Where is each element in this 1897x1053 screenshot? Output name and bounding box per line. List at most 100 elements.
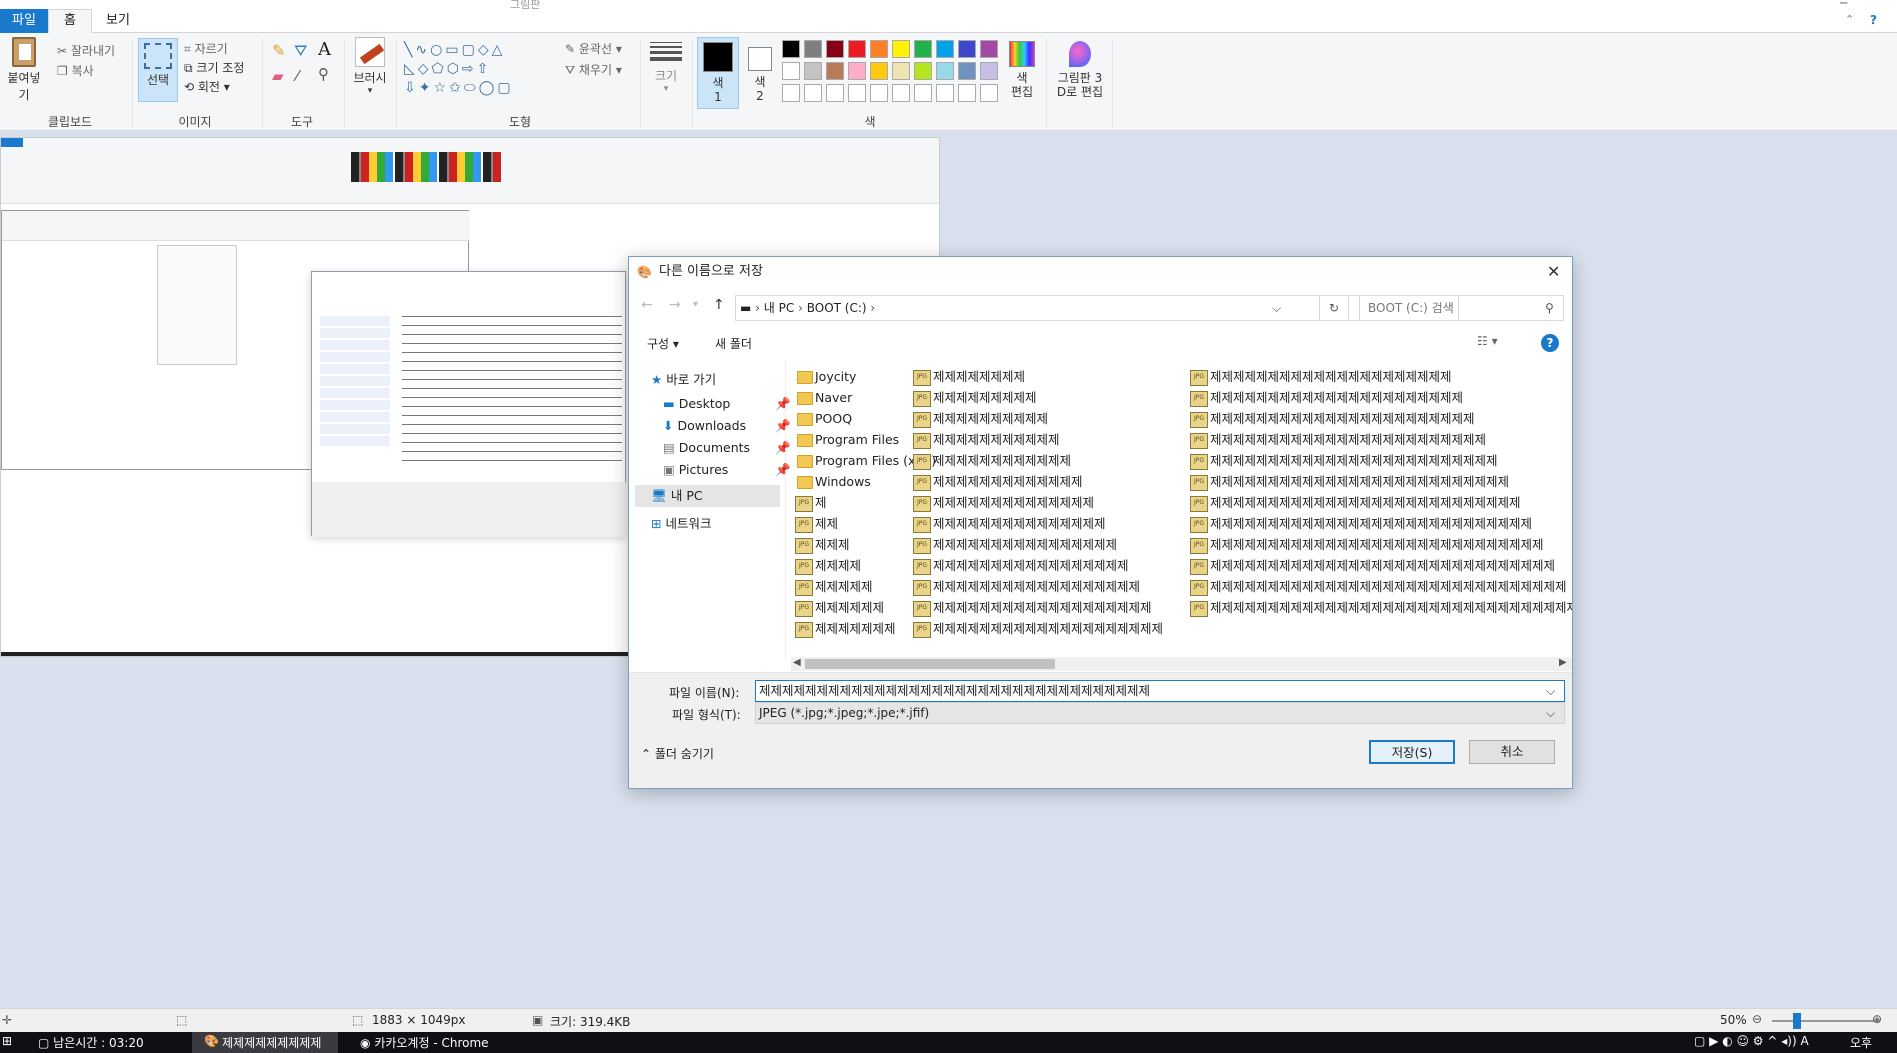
nav-pictures[interactable]: ▣ Pictures 📌 — [663, 459, 791, 481]
nav-downloads[interactable]: ⬇ Downloads 📌 — [663, 415, 791, 437]
scroll-right-icon[interactable]: ▶ — [1559, 657, 1567, 668]
fill-icon[interactable]: ⛛ — [294, 41, 307, 61]
image-file-item[interactable]: 제제제제제제 — [795, 598, 884, 618]
palette-swatch[interactable] — [980, 62, 998, 80]
palette-swatch[interactable] — [892, 62, 910, 80]
forward-icon[interactable]: → — [669, 297, 681, 313]
palette-swatch[interactable] — [782, 62, 800, 80]
image-file-item[interactable]: 제제 — [795, 514, 838, 534]
copy-button[interactable]: ❐ 복사 — [57, 62, 94, 79]
image-file-item[interactable]: 제제제제제제제제제제제제제제 — [913, 493, 1094, 513]
image-file-item[interactable]: 제제제제제제제제제제제제제제제제제제제제제제제제제제제제제 — [1190, 535, 1544, 555]
refresh-button[interactable]: ↻ — [1319, 295, 1349, 321]
palette-swatch[interactable] — [870, 40, 888, 58]
palette-swatch[interactable] — [782, 40, 800, 58]
magnifier-icon[interactable]: ⚲ — [318, 65, 329, 83]
image-file-item[interactable]: 제제제제제제제제제제제제제제제 — [913, 514, 1106, 534]
outline-button[interactable]: ✎ 윤곽선 ▾ — [565, 40, 622, 57]
search-input[interactable]: BOOT (C:) 검색 ⚲ — [1359, 295, 1564, 321]
eraser-icon[interactable]: ▰ — [272, 67, 284, 85]
folder-item[interactable]: Joycity — [795, 367, 856, 387]
palette-swatch[interactable] — [914, 40, 932, 58]
palette-swatch[interactable] — [936, 40, 954, 58]
nav-quick-access[interactable]: ★ 바로 가기 — [651, 369, 716, 391]
palette-swatch[interactable] — [848, 40, 866, 58]
resize-button[interactable]: ⧉ 크기 조정 — [184, 59, 244, 76]
size-button[interactable]: 크기 ▾ — [646, 39, 686, 94]
hide-folders-toggle[interactable]: ⌃ 폴더 숨기기 — [641, 745, 714, 762]
image-file-item[interactable]: 제제제제제제제제제제 — [913, 409, 1048, 429]
fill-shape-button[interactable]: ⛛ 채우기 ▾ — [565, 61, 622, 78]
breadcrumb-this-pc[interactable]: 내 PC — [764, 301, 794, 315]
close-icon[interactable]: ✕ — [1547, 257, 1560, 287]
pencil-icon[interactable]: ✎ — [272, 41, 285, 60]
scroll-left-icon[interactable]: ◀ — [793, 657, 801, 668]
file-list[interactable]: Joycity Naver POOQ Program Files Program Fil… — [791, 361, 1572, 659]
image-file-item[interactable]: 제제제제제제제제제제제제제제제제제제제제제제제제제제 — [1190, 472, 1509, 492]
image-file-item[interactable]: 제제제제제제제제제제제제제제제제제제제제제제제제제제제제 — [1190, 514, 1532, 534]
paste-button[interactable]: 붙여넣기 — [2, 37, 46, 103]
image-file-item[interactable]: 제제제제제제제제 — [913, 367, 1025, 387]
image-file-item[interactable]: 제제제제제제제제제 — [913, 388, 1037, 408]
palette-swatch[interactable] — [980, 40, 998, 58]
palette-swatch[interactable] — [980, 84, 998, 102]
color1-button[interactable]: 색 1 — [697, 37, 739, 109]
address-dropdown-icon[interactable]: ⌵ — [1272, 296, 1281, 320]
scroll-thumb[interactable] — [805, 659, 1055, 669]
image-file-item[interactable]: 제제제제제제제제제제제제제제제제제제제제제제제제제제제제제제제제 — [1190, 598, 1572, 618]
zoom-out-icon[interactable]: ⊖ — [1752, 1012, 1762, 1026]
image-file-item[interactable]: 제제제제제제제제제제제제제제제제제제제제제제 — [1190, 388, 1463, 408]
image-file-item[interactable]: 제제제제제제제제제제제제제제제제제 — [913, 556, 1129, 576]
tab-home[interactable]: 홈 — [48, 9, 92, 34]
image-file-item[interactable]: 제제제제제제제제제제제제 — [913, 451, 1071, 471]
start-icon[interactable]: ⊞ — [2, 1034, 12, 1048]
tab-file[interactable]: 파일 — [0, 9, 48, 33]
palette-swatch[interactable] — [958, 84, 976, 102]
palette-swatch[interactable] — [936, 62, 954, 80]
filename-dropdown-icon[interactable]: ⌵ — [1546, 681, 1555, 701]
image-file-item[interactable]: 제제제제제제제제제제제제제제제제 — [913, 535, 1117, 555]
filetype-dropdown-icon[interactable]: ⌵ — [1546, 703, 1555, 723]
image-file-item[interactable]: 제제제제제제제제제제제제제제제제제제제제제제제제제제제 — [1190, 493, 1521, 513]
palette-swatch[interactable] — [914, 84, 932, 102]
zoom-in-icon[interactable]: ⊕ — [1872, 1012, 1882, 1026]
image-file-item[interactable]: 제제제제제제제 — [795, 619, 896, 639]
new-folder-button[interactable]: 새 폴더 — [715, 335, 752, 352]
image-file-item[interactable]: 제제제제제제제제제제제 — [913, 430, 1060, 450]
folder-item[interactable]: Windows — [795, 472, 871, 492]
palette-swatch[interactable] — [936, 84, 954, 102]
palette-swatch[interactable] — [892, 40, 910, 58]
palette-swatch[interactable] — [892, 84, 910, 102]
view-options-icon[interactable]: ☷ ▾ — [1477, 334, 1498, 348]
save-button[interactable]: 저장(S) — [1369, 740, 1455, 764]
rotate-button[interactable]: ⟲ 회전 ▾ — [184, 78, 230, 95]
palette-swatch[interactable] — [870, 84, 888, 102]
collapse-ribbon-icon[interactable]: ⌃ — [1845, 13, 1854, 26]
filename-input[interactable]: 제제제제제제제제제제제제제제제제제제제제제제제제제제제제제제제제제제 ⌵ — [755, 680, 1565, 702]
zoom-slider-thumb[interactable] — [1793, 1013, 1801, 1029]
help-icon[interactable]: ? — [1541, 334, 1559, 352]
palette-swatch[interactable] — [848, 62, 866, 80]
nav-desktop[interactable]: ▬ Desktop 📌 — [663, 393, 791, 415]
up-icon[interactable]: ↑ — [713, 297, 725, 313]
palette-swatch[interactable] — [958, 62, 976, 80]
paint3d-button[interactable]: 그림판 3 D로 편집 — [1052, 37, 1108, 99]
palette-swatch[interactable] — [782, 84, 800, 102]
palette-swatch[interactable] — [958, 40, 976, 58]
crop-button[interactable]: ⌗ 자르기 — [184, 40, 228, 57]
tray-icons[interactable]: ▢ ▶ ◐ ☺ ⚙ ^ ◂)) A — [1694, 1034, 1809, 1048]
horizontal-scrollbar[interactable]: ◀ ▶ — [791, 657, 1572, 671]
image-file-item[interactable]: 제제제제제제제제제제제제제제제제제제제제제제제제 — [1190, 430, 1486, 450]
nav-this-pc[interactable]: 🖥 내 PC — [635, 485, 780, 507]
folder-item[interactable]: Program Files — [795, 430, 899, 450]
image-file-item[interactable]: 제제제제제 — [795, 577, 873, 597]
palette-swatch[interactable] — [804, 62, 822, 80]
folder-item[interactable]: POOQ — [795, 409, 852, 429]
cut-button[interactable]: ✂ 잘라내기 — [57, 42, 115, 59]
filetype-select[interactable]: JPEG (*.jpg;*.jpeg;*.jpe;*.jfif) ⌵ — [755, 702, 1565, 724]
image-file-item[interactable]: 제제제제제제제제제제제제제 — [913, 472, 1083, 492]
image-file-item[interactable]: 제제제제제제제제제제제제제제제제제제제제제제제제제 — [1190, 451, 1498, 471]
color2-button[interactable]: 색 2 — [742, 37, 778, 103]
image-file-item[interactable]: 제제제제 — [795, 556, 861, 576]
image-file-item[interactable]: 제제제제제제제제제제제제제제제제제제제제제제제제제제제제제제제 — [1190, 577, 1567, 597]
